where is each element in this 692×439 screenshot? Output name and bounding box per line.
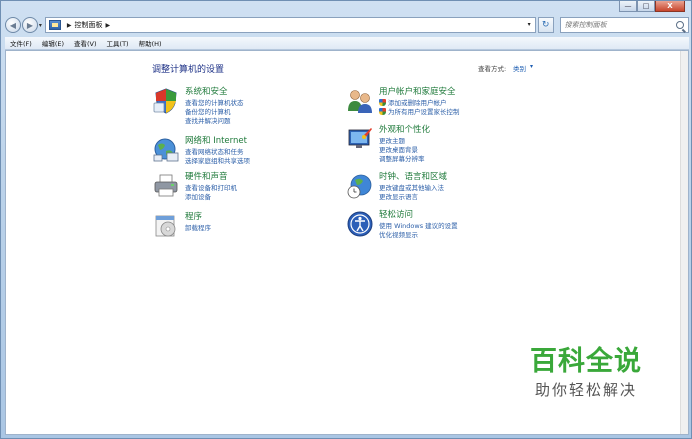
watermark-logo: 百科全说 助你轻松解决	[511, 346, 661, 400]
category-network-internet: 网络和 Internet 查看网络状态和任务 选择家庭组和共享选项	[152, 136, 250, 166]
link-network-status[interactable]: 查看网络状态和任务	[185, 148, 250, 157]
search-input[interactable]	[564, 21, 675, 29]
category-hardware-sound: 硬件和声音 查看设备和打印机 添加设备	[152, 172, 237, 202]
category-ease-of-access: 轻松访问 使用 Windows 建议的设置 优化视频显示	[346, 210, 458, 240]
link-optimize-display[interactable]: 优化视频显示	[379, 231, 458, 240]
category-title[interactable]: 时钟、语言和区域	[379, 172, 447, 183]
refresh-button[interactable]: ↻	[537, 17, 554, 33]
category-user-accounts: 用户帐户和家庭安全 添加或删除用户帐户 为所有用户设置家长控制	[346, 87, 460, 117]
forward-arrow-icon: ▶	[26, 20, 33, 30]
caption-buttons: — □ X	[619, 1, 685, 13]
category-appearance: 外观和个性化 更改主题 更改桌面背景 调整屏幕分辨率	[346, 125, 430, 164]
clock-globe-icon[interactable]	[346, 172, 374, 200]
control-panel-icon	[48, 20, 61, 30]
link-parental-controls[interactable]: 为所有用户设置家长控制	[379, 108, 460, 117]
menu-view[interactable]: 查看(V)	[74, 38, 97, 48]
minimize-button[interactable]: —	[619, 1, 637, 12]
maximize-button[interactable]: □	[637, 1, 655, 12]
printer-icon[interactable]	[152, 172, 180, 200]
accessibility-icon[interactable]	[346, 210, 374, 238]
menu-help[interactable]: 帮助(H)	[139, 38, 162, 48]
network-globe-icon[interactable]	[152, 136, 180, 164]
category-title[interactable]: 用户帐户和家庭安全	[379, 87, 460, 98]
link-troubleshoot[interactable]: 查找并解决问题	[185, 117, 244, 126]
link-add-remove-accounts[interactable]: 添加或删除用户帐户	[379, 99, 460, 108]
link-view-status[interactable]: 查看您的计算机状态	[185, 99, 244, 108]
category-title[interactable]: 轻松访问	[379, 210, 458, 221]
breadcrumb-control-panel[interactable]: 控制面板	[75, 20, 103, 30]
watermark-subtitle: 助你轻松解决	[534, 381, 637, 399]
uac-shield-icon	[379, 99, 386, 106]
category-title[interactable]: 程序	[185, 212, 211, 223]
watermark-title: 百科全说	[530, 346, 642, 377]
category-title[interactable]: 网络和 Internet	[185, 136, 250, 147]
link-display-language[interactable]: 更改显示语言	[379, 193, 447, 202]
refresh-icon: ↻	[541, 20, 550, 30]
link-keyboard-input[interactable]: 更改键盘或其他输入法	[379, 184, 447, 193]
category-system-security: 系统和安全 查看您的计算机状态 备份您的计算机 查找并解决问题	[152, 87, 244, 126]
page-title: 调整计算机的设置	[152, 65, 225, 75]
link-uninstall[interactable]: 卸载程序	[185, 224, 211, 233]
link-screen-resolution[interactable]: 调整屏幕分辨率	[379, 155, 430, 164]
address-bar[interactable]: ▶ 控制面板 ▶ ▾	[44, 17, 536, 33]
vertical-scrollbar[interactable]	[680, 51, 688, 434]
menu-bar: 文件(F) 编辑(E) 查看(V) 工具(T) 帮助(H)	[5, 37, 689, 50]
address-dropdown-icon[interactable]: ▾	[528, 21, 531, 28]
appearance-icon[interactable]	[346, 125, 374, 153]
link-desktop-background[interactable]: 更改桌面背景	[379, 146, 430, 155]
search-icon[interactable]	[676, 21, 684, 29]
forward-button[interactable]: ▶	[21, 17, 38, 33]
shield-icon[interactable]	[152, 87, 180, 115]
uac-shield-icon	[379, 108, 386, 115]
category-clock-language: 时钟、语言和区域 更改键盘或其他输入法 更改显示语言	[346, 172, 447, 202]
programs-icon[interactable]	[152, 212, 180, 240]
view-by-label: 查看方式:	[478, 65, 507, 73]
link-homegroup[interactable]: 选择家庭组和共享选项	[185, 157, 250, 166]
link-label[interactable]: 添加或删除用户帐户	[388, 99, 447, 107]
navigation-row: ◀ ▶ ▾ ▶ 控制面板 ▶ ▾ ↻	[5, 15, 689, 35]
link-backup[interactable]: 备份您的计算机	[185, 108, 244, 117]
category-title[interactable]: 系统和安全	[185, 87, 244, 98]
search-box[interactable]	[559, 17, 689, 33]
back-button[interactable]: ◀	[5, 17, 21, 33]
window-frame: — □ X ◀ ▶ ▾ ▶ 控制面板 ▶ ▾ ↻ 文件(F) 编辑(E) 查看(…	[0, 0, 692, 439]
category-title[interactable]: 外观和个性化	[379, 125, 430, 136]
menu-edit[interactable]: 编辑(E)	[42, 38, 64, 48]
menu-tools[interactable]: 工具(T)	[107, 38, 129, 48]
back-arrow-icon: ◀	[9, 20, 17, 30]
link-devices-printers[interactable]: 查看设备和打印机	[185, 184, 237, 193]
category-programs: 程序 卸载程序	[152, 212, 211, 240]
link-label[interactable]: 为所有用户设置家长控制	[388, 108, 460, 116]
breadcrumb-arrow-icon[interactable]: ▶	[106, 22, 111, 29]
users-icon[interactable]	[346, 87, 374, 115]
close-button[interactable]: X	[655, 1, 685, 12]
view-by-chevron-icon[interactable]: ▾	[530, 63, 533, 70]
category-title[interactable]: 硬件和声音	[185, 172, 237, 183]
link-add-device[interactable]: 添加设备	[185, 193, 237, 202]
menu-file[interactable]: 文件(F)	[10, 38, 32, 48]
breadcrumb-arrow-icon[interactable]: ▶	[67, 22, 72, 29]
recent-pages-dropdown[interactable]: ▾	[39, 22, 42, 29]
link-change-theme[interactable]: 更改主题	[379, 137, 430, 146]
view-by-dropdown[interactable]: 类别	[513, 63, 526, 73]
link-recommended-settings[interactable]: 使用 Windows 建议的设置	[379, 222, 458, 231]
